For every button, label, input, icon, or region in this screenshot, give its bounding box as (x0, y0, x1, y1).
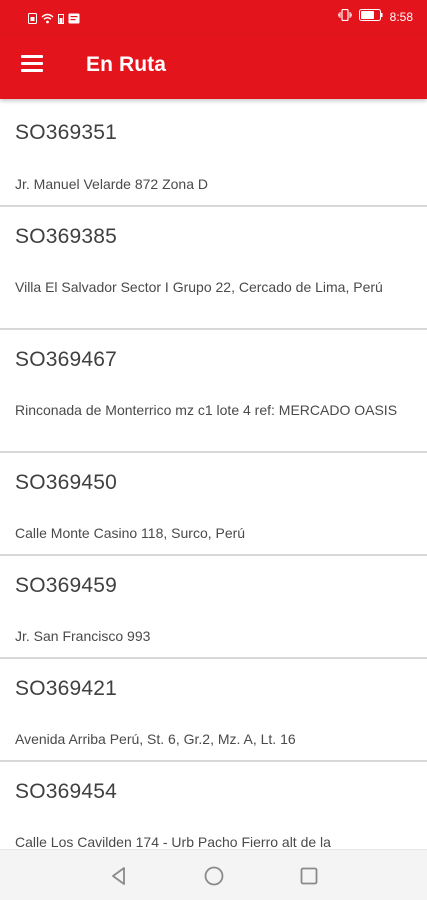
order-id: SO369421 (15, 677, 118, 700)
order-id: SO369385 (15, 225, 118, 248)
order-id: SO369450 (15, 471, 118, 494)
sim-icon (28, 11, 37, 29)
order-address: Rinconada de Monterrico mz c1 lote 4 ref… (15, 402, 398, 418)
battery-small-icon (58, 11, 64, 29)
order-id: SO369459 (15, 574, 118, 597)
recents-icon (297, 867, 321, 892)
order-address: Jr. Manuel Velarde 872 Zona D (15, 176, 209, 192)
app-bar: En Ruta (0, 34, 427, 99)
order-id: SO369454 (15, 780, 118, 803)
order-item[interactable]: SO369421 Avenida Arriba Perú, St. 6, Gr.… (0, 659, 427, 762)
back-button[interactable] (107, 864, 131, 888)
home-icon (202, 866, 226, 892)
order-address: Calle Monte Casino 118, Surco, Perú (15, 525, 246, 541)
order-item[interactable]: SO369467 Rinconada de Monterrico mz c1 l… (0, 330, 427, 453)
recents-button[interactable] (297, 864, 321, 888)
order-item[interactable]: SO369450 Calle Monte Casino 118, Surco, … (0, 453, 427, 556)
menu-icon (21, 55, 43, 77)
order-address: Avenida Arriba Perú, St. 6, Gr.2, Mz. A,… (15, 731, 296, 747)
vibrate-icon (337, 8, 352, 26)
order-item[interactable]: SO369459 Jr. San Francisco 993 (0, 556, 427, 659)
order-item[interactable]: SO369385 Villa El Salvador Sector I Grup… (0, 207, 427, 330)
order-id: SO369351 (15, 121, 118, 144)
order-list[interactable]: SO369351 Jr. Manuel Velarde 872 Zona D S… (0, 99, 427, 850)
system-nav-bar (0, 849, 427, 900)
status-bar: 8:58 (0, 0, 427, 34)
page-title: En Ruta (86, 53, 167, 76)
order-item[interactable]: SO369351 Jr. Manuel Velarde 872 Zona D (0, 99, 427, 207)
status-left-icons (28, 11, 80, 29)
menu-button[interactable] (20, 54, 44, 78)
order-item[interactable]: SO369454 Calle Los Cavilden 174 - Urb Pa… (0, 762, 427, 850)
order-address: Villa El Salvador Sector I Grupo 22, Cer… (15, 279, 383, 295)
order-id: SO369467 (15, 348, 118, 371)
order-address: Calle Los Cavilden 174 - Urb Pacho Fierr… (15, 834, 331, 850)
back-icon (107, 867, 131, 892)
home-button[interactable] (202, 864, 226, 888)
status-time: 8:58 (389, 10, 413, 24)
wifi-icon (41, 11, 54, 29)
order-address: Jr. San Francisco 993 (15, 628, 151, 644)
status-right-icons: 8:58 (337, 8, 413, 26)
battery-icon (358, 8, 383, 26)
message-icon (68, 11, 80, 29)
